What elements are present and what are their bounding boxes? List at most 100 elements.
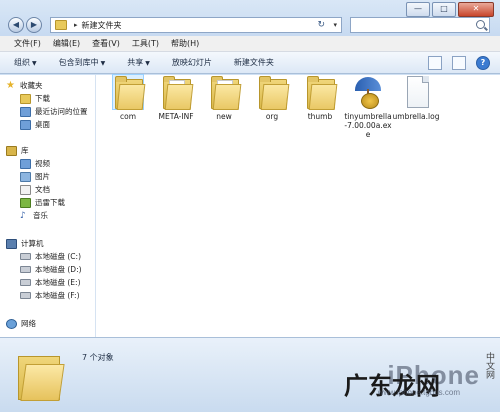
picture-icon	[20, 171, 31, 182]
sidebar-item-drive-f[interactable]: 本地磁盘 (F:)	[20, 289, 80, 302]
drive-icon	[20, 279, 31, 286]
sidebar-item-drive-e[interactable]: 本地磁盘 (E:)	[20, 276, 81, 289]
window-controls: — □ ✕	[406, 2, 494, 17]
navigation-row: ◀ ▶ ▸ 新建文件夹 ↻ ▾	[0, 16, 500, 34]
file-item-meta-inf[interactable]: META-INF	[152, 75, 200, 121]
sidebar-item-drive-c[interactable]: 本地磁盘 (C:)	[20, 250, 81, 263]
file-name: com	[119, 112, 137, 121]
sidebar-item-downloads[interactable]: 下载	[20, 92, 50, 105]
menu-edit[interactable]: 编辑(E)	[53, 38, 80, 49]
thunder-download-icon	[20, 197, 31, 208]
sidebar-item-music[interactable]: ♪ 音乐	[20, 209, 48, 222]
chevron-down-icon: ▼	[145, 60, 150, 67]
library-icon	[6, 145, 17, 156]
folder-icon	[18, 350, 65, 401]
forward-button[interactable]: ▶	[26, 17, 42, 33]
sidebar-item-label: 本地磁盘 (C:)	[35, 252, 81, 261]
sidebar-item-label: 音乐	[33, 211, 48, 220]
slideshow-button[interactable]: 放映幻灯片	[172, 57, 212, 68]
help-icon[interactable]: ?	[476, 56, 490, 70]
menu-help[interactable]: 帮助(H)	[171, 38, 199, 49]
title-bar: — □ ✕ ◀ ▶ ▸ 新建文件夹 ↻ ▾	[0, 0, 500, 36]
include-library-label: 包含到库中	[58, 58, 99, 67]
view-controls: ?	[428, 56, 490, 70]
file-item-umbrella-log[interactable]: umbrella.log	[392, 75, 440, 121]
drive-icon	[20, 292, 31, 299]
address-dropdown-icon[interactable]: ▾	[333, 21, 337, 29]
file-name: META-INF	[158, 112, 194, 121]
file-item-com[interactable]: com	[104, 74, 152, 121]
sidebar-item-pictures[interactable]: 图片	[20, 170, 50, 183]
preview-pane-icon[interactable]	[452, 56, 466, 70]
network-icon	[6, 318, 17, 329]
document-icon	[20, 184, 31, 195]
file-item-new[interactable]: new	[200, 75, 248, 121]
maximize-button[interactable]: □	[432, 2, 456, 17]
sidebar-item-label: 图片	[35, 172, 50, 181]
sidebar-item-label: 下载	[35, 94, 50, 103]
new-folder-button[interactable]: 新建文件夹	[234, 57, 274, 68]
document-icon	[401, 75, 431, 109]
share-label: 共享	[127, 58, 144, 67]
menu-tools[interactable]: 工具(T)	[132, 38, 159, 49]
sidebar-item-videos[interactable]: 视频	[20, 157, 50, 170]
folder-icon	[112, 74, 146, 110]
file-name: org	[265, 112, 279, 121]
file-name: thumb	[307, 112, 333, 121]
close-button[interactable]: ✕	[458, 2, 494, 17]
file-item-tinyumbrella-exe[interactable]: tinyumbrella-7.00.00a.exe	[344, 75, 392, 139]
chevron-down-icon: ▼	[32, 60, 37, 67]
menu-file[interactable]: 文件(F)	[14, 38, 41, 49]
item-count: 7 个对象	[82, 353, 114, 362]
sidebar-item-documents[interactable]: 文档	[20, 183, 50, 196]
file-name: tinyumbrella-7.00.00a.exe	[344, 112, 392, 139]
music-note-icon: ♪	[20, 210, 26, 221]
sidebar-item-label: 本地磁盘 (D:)	[35, 265, 82, 274]
video-icon	[20, 158, 31, 169]
folder-icon	[55, 20, 67, 30]
sidebar-item-network[interactable]: 网络	[6, 317, 36, 330]
sidebar-item-desktop[interactable]: 桌面	[20, 118, 50, 131]
organize-button[interactable]: 组织 ▼	[14, 57, 37, 68]
sidebar-item-label: 迅雷下载	[35, 198, 65, 207]
sidebar-item-recent[interactable]: 最近访问的位置	[20, 105, 88, 118]
search-input[interactable]	[350, 17, 490, 33]
breadcrumb-current[interactable]: 新建文件夹	[82, 20, 122, 31]
sidebar-item-thunder[interactable]: 迅雷下载	[20, 196, 65, 209]
sidebar-item-label: 桌面	[35, 120, 50, 129]
sidebar-item-label: 本地磁盘 (F:)	[35, 291, 80, 300]
sidebar-item-computer[interactable]: 计算机	[6, 237, 44, 250]
watermark-side: 中文网	[484, 352, 494, 379]
organize-label: 组织	[14, 58, 30, 67]
sidebar-item-favorites[interactable]: ★ 收藏夹	[6, 79, 43, 92]
include-library-button[interactable]: 包含到库中 ▼	[59, 57, 106, 68]
details-pane: 7 个对象 iPhone 广东龙网 www.iphone.tgbus.com 中…	[0, 337, 500, 412]
address-bar[interactable]: ▸ 新建文件夹 ↻ ▾	[50, 17, 342, 33]
star-icon: ★	[6, 79, 15, 91]
back-button[interactable]: ◀	[8, 17, 24, 33]
menu-view[interactable]: 查看(V)	[92, 38, 120, 49]
minimize-button[interactable]: —	[406, 2, 430, 17]
computer-icon	[6, 238, 17, 249]
sidebar-item-label: 收藏夹	[20, 81, 43, 90]
sidebar-item-label: 库	[21, 146, 29, 155]
watermark-site: www.iphone.tgbus.com	[377, 388, 460, 397]
folder-icon	[305, 75, 338, 110]
file-name: new	[216, 112, 232, 121]
sidebar-item-label: 视频	[35, 159, 50, 168]
view-options-icon[interactable]	[428, 56, 442, 70]
folder-icon	[161, 75, 194, 110]
sidebar-item-drive-d[interactable]: 本地磁盘 (D:)	[20, 263, 82, 276]
command-bar: 组织 ▼ 包含到库中 ▼ 共享 ▼ 放映幻灯片 新建文件夹 ?	[0, 52, 500, 74]
file-item-thumb[interactable]: thumb	[296, 75, 344, 121]
share-button[interactable]: 共享 ▼	[127, 57, 150, 68]
refresh-icon[interactable]: ↻	[317, 20, 325, 30]
sidebar-item-label: 文档	[35, 185, 50, 194]
explorer-window: — □ ✕ ◀ ▶ ▸ 新建文件夹 ↻ ▾ 文件(F) 编辑(E) 查看(V) …	[0, 0, 500, 412]
folder-icon	[209, 75, 242, 110]
sidebar-item-library[interactable]: 库	[6, 144, 29, 157]
sidebar-item-label: 最近访问的位置	[35, 107, 88, 116]
drive-icon	[20, 253, 31, 260]
file-item-org[interactable]: org	[248, 75, 296, 121]
sidebar-item-label: 计算机	[21, 239, 44, 248]
